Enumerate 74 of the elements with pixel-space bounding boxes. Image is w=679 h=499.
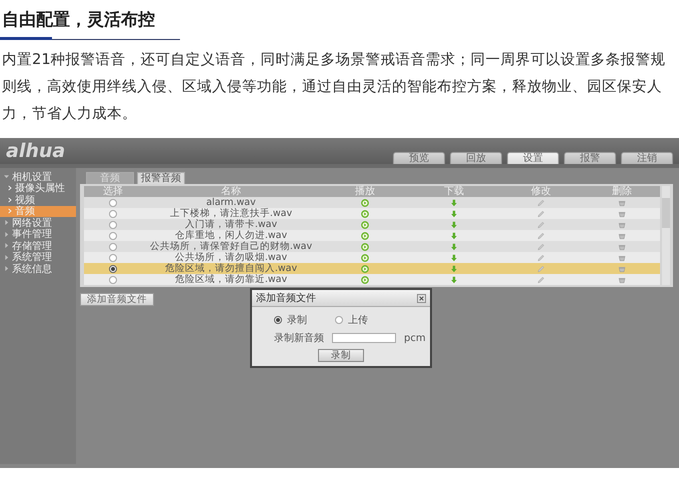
article-paragraph: 内置21种报警语音，还可自定义语音，同时满足多场景警戒语音需求；同一周界可以设置多条报警规则线，高效使用绊线入侵、区域入侵等功能，通过自由灵活的智能布控方案，释放物业、园区保安人力，节省人力成本。 [2,50,667,124]
column-header: 修改 [530,186,552,197]
nav-tab[interactable]: 设置 [507,152,559,164]
sidebar-item[interactable]: 系统信息 [0,263,76,274]
expander-icon [4,232,9,237]
record-button[interactable]: 录制 [318,349,364,362]
radio-button[interactable] [109,220,117,228]
dialog-title: 添加音频文件 [256,292,316,305]
sidebar-item[interactable]: 系统管理 [0,252,76,263]
play-icon[interactable] [361,264,369,272]
trash-icon[interactable] [618,242,626,250]
play-icon[interactable] [361,254,369,262]
trash-icon[interactable] [618,232,626,240]
expander-icon [4,254,9,260]
logo: alhua [6,140,66,162]
play-icon[interactable] [361,276,369,284]
nav-tab[interactable]: 预览 [393,152,445,164]
play-icon[interactable] [361,210,369,218]
expander-icon [4,220,9,226]
column-header: 删除 [611,186,633,197]
sub-tab[interactable]: 报警音频 [137,172,185,184]
radio-button[interactable] [109,232,117,240]
close-icon[interactable] [417,294,426,302]
expander-icon [4,266,9,272]
radio-button[interactable] [335,316,343,324]
option-label: 录制 [287,314,307,327]
column-header: 播放 [354,186,376,197]
sidebar-item[interactable]: 事件管理 [0,228,76,240]
table-cell-text: alarm.wav [205,197,257,208]
table-cell-text: 上下楼梯，请注意扶手.wav [168,208,294,219]
nav-tab[interactable]: 注销 [621,152,673,164]
table-cell-text: 公共场所，请勿吸烟.wav [174,252,288,263]
trash-icon[interactable] [618,254,626,262]
table-cell-text: 仓库重地，闲人勿进.wav [174,230,288,241]
trash-icon[interactable] [618,210,626,218]
article-heading: 自由配置，灵活布控 [1,9,156,32]
expander-icon [4,243,9,248]
radio-button[interactable] [109,264,117,272]
sidebar-item[interactable]: 相机设置 [0,171,76,182]
table-cell-text: 危险区域，请勿靠近.wav [174,274,288,285]
trash-icon[interactable] [618,264,626,272]
sidebar-item[interactable]: 网络设置 [0,217,76,228]
expander-icon [4,174,9,180]
unit-label: pcm [404,332,426,344]
table-cell-text: 公共场所，请保管好自己的财物.wav [148,241,314,252]
option-label: 上传 [348,314,368,327]
field-label: 录制新音频 [274,332,324,345]
trash-icon[interactable] [618,276,626,284]
trash-icon[interactable] [618,220,626,228]
sidebar-subitem[interactable]: 视频 [0,194,76,206]
table-cell-text: 危险区域，请勿擅自闯入.wav [164,263,298,274]
sidebar-item[interactable]: 存储管理 [0,240,76,252]
table-cell-text: 入门请，请带卡.wav [184,219,278,230]
play-icon[interactable] [361,242,369,250]
radio-button[interactable] [109,276,117,284]
play-icon[interactable] [361,220,369,228]
nav-tab[interactable]: 回放 [450,152,502,164]
radio-button[interactable] [109,198,117,206]
input-field[interactable] [332,333,396,343]
scrollbar[interactable] [662,186,670,285]
radio-button[interactable] [109,210,117,218]
column-header: 选择 [102,186,124,197]
sidebar-subitem[interactable]: 音频 [0,206,76,217]
nav-tab[interactable]: 报警 [564,152,616,164]
add-audio-button[interactable]: 添加音频文件 [80,293,154,306]
column-header: 下载 [443,186,465,197]
radio-button[interactable] [274,316,282,324]
column-header: 名称 [220,186,242,197]
play-icon[interactable] [361,232,369,240]
play-icon[interactable] [361,198,369,206]
sidebar-subitem[interactable]: 摄像头属性 [0,182,76,194]
radio-button[interactable] [109,242,117,250]
trash-icon[interactable] [618,198,626,206]
radio-button[interactable] [109,254,117,262]
